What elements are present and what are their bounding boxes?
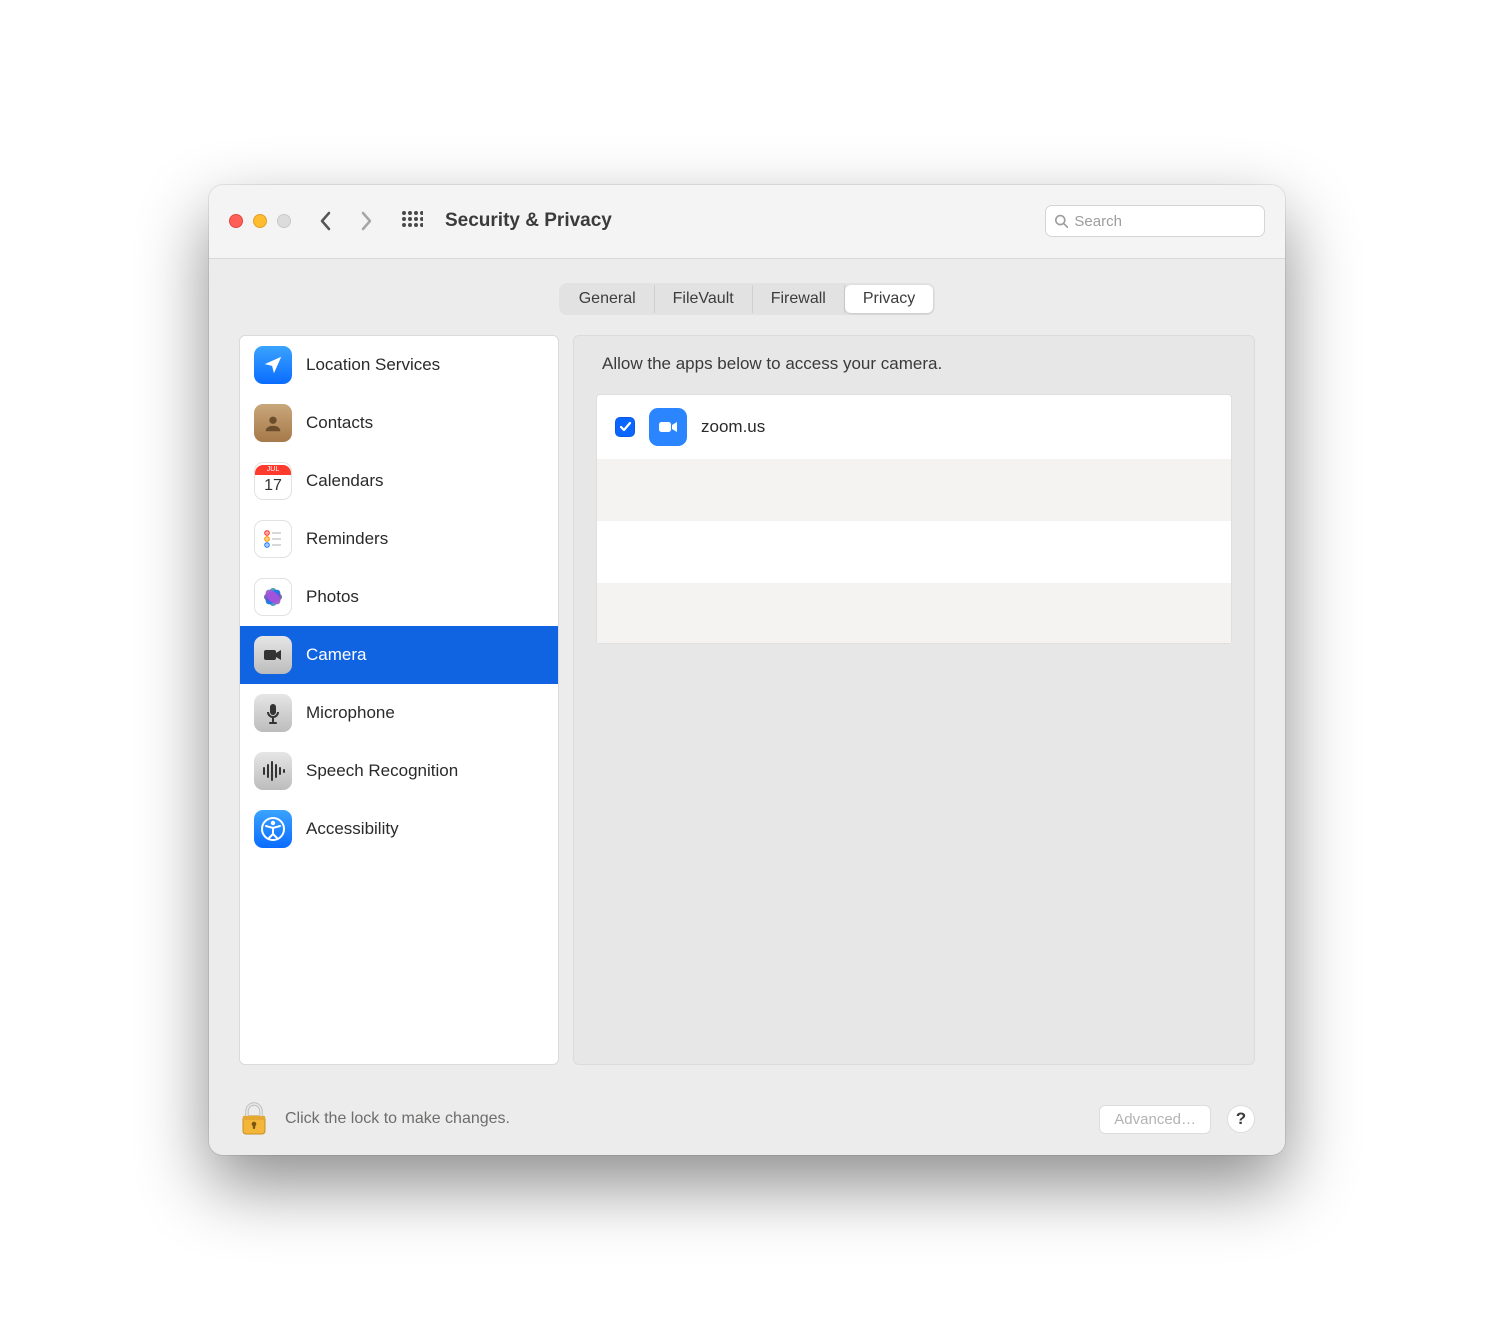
app-row-empty	[597, 583, 1231, 643]
close-button[interactable]	[229, 214, 243, 228]
sidebar-item-label: Camera	[306, 645, 366, 665]
lock-caption: Click the lock to make changes.	[285, 1110, 510, 1128]
minimize-button[interactable]	[253, 214, 267, 228]
tabs: General FileVault Firewall Privacy	[209, 259, 1285, 329]
privacy-sidebar: Location Services Contacts JUL 17 Calend…	[239, 335, 559, 1065]
app-row-zoom: zoom.us	[597, 395, 1231, 459]
sidebar-item-location-services[interactable]: Location Services	[240, 336, 558, 394]
sidebar-item-calendars[interactable]: JUL 17 Calendars	[240, 452, 558, 510]
zoom-icon	[649, 408, 687, 446]
sidebar-item-camera[interactable]: Camera	[240, 626, 558, 684]
sidebar-item-label: Contacts	[306, 413, 373, 433]
app-row-empty	[597, 459, 1231, 521]
search-icon	[1054, 213, 1068, 229]
sidebar-item-photos[interactable]: Photos	[240, 568, 558, 626]
location-icon	[254, 346, 292, 384]
window-title: Security & Privacy	[445, 210, 612, 232]
toolbar: Security & Privacy	[209, 185, 1285, 259]
help-button[interactable]: ?	[1227, 1105, 1255, 1133]
window-controls	[229, 214, 291, 228]
advanced-button[interactable]: Advanced…	[1099, 1105, 1211, 1134]
app-row-empty	[597, 521, 1231, 583]
sidebar-item-label: Accessibility	[306, 819, 399, 839]
accessibility-icon	[254, 810, 292, 848]
forward-button	[353, 204, 379, 238]
sidebar-item-microphone[interactable]: Microphone	[240, 684, 558, 742]
search-input[interactable]	[1074, 213, 1256, 230]
speech-icon	[254, 752, 292, 790]
sidebar-item-reminders[interactable]: Reminders	[240, 510, 558, 568]
detail-heading: Allow the apps below to access your came…	[596, 354, 1232, 374]
calendar-icon: JUL 17	[254, 462, 292, 500]
sidebar-item-contacts[interactable]: Contacts	[240, 394, 558, 452]
detail-panel: Allow the apps below to access your came…	[573, 335, 1255, 1065]
back-button[interactable]	[313, 204, 339, 238]
camera-icon	[254, 636, 292, 674]
app-list: zoom.us	[596, 394, 1232, 644]
photos-icon	[254, 578, 292, 616]
tab-general[interactable]: General	[561, 285, 655, 313]
main-panel: Location Services Contacts JUL 17 Calend…	[209, 329, 1285, 1083]
tab-privacy[interactable]: Privacy	[845, 285, 933, 313]
sidebar-item-label: Microphone	[306, 703, 395, 723]
footer: Click the lock to make changes. Advanced…	[209, 1083, 1285, 1155]
sidebar-item-label: Photos	[306, 587, 359, 607]
microphone-icon	[254, 694, 292, 732]
contacts-icon	[254, 404, 292, 442]
sidebar-item-accessibility[interactable]: Accessibility	[240, 800, 558, 858]
sidebar-item-speech-recognition[interactable]: Speech Recognition	[240, 742, 558, 800]
reminders-icon	[254, 520, 292, 558]
app-name: zoom.us	[701, 417, 765, 437]
maximize-button	[277, 214, 291, 228]
lock-icon[interactable]	[239, 1101, 269, 1137]
sidebar-item-label: Speech Recognition	[306, 761, 458, 781]
app-checkbox[interactable]	[615, 417, 635, 437]
tab-firewall[interactable]: Firewall	[753, 285, 845, 313]
sidebar-item-label: Location Services	[306, 355, 440, 375]
tab-filevault[interactable]: FileVault	[655, 285, 753, 313]
search-field[interactable]	[1045, 205, 1265, 237]
sidebar-item-label: Reminders	[306, 529, 388, 549]
show-all-button[interactable]	[399, 208, 425, 234]
tab-bar: General FileVault Firewall Privacy	[559, 283, 936, 315]
preferences-window: Security & Privacy General FileVault Fir…	[209, 185, 1285, 1155]
sidebar-item-label: Calendars	[306, 471, 384, 491]
